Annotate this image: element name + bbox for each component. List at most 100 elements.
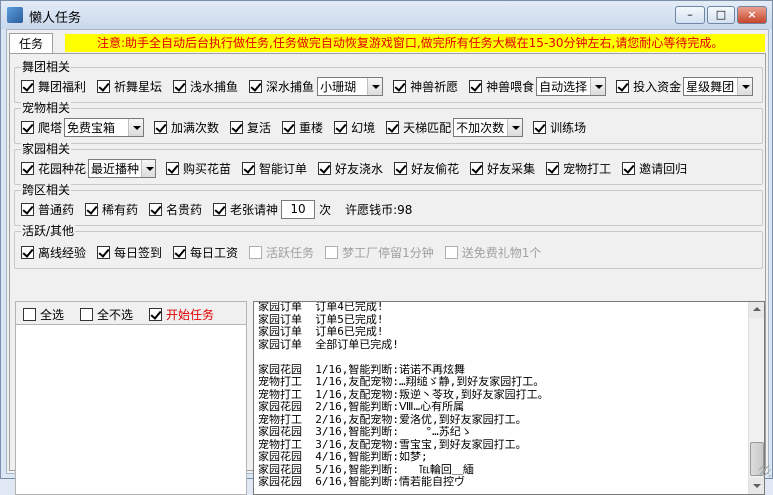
checkbox[interactable]	[249, 79, 263, 93]
check-rare-medicine[interactable]: 稀有药	[85, 201, 138, 218]
check-beast-wish[interactable]: 神兽祈愿	[393, 78, 458, 95]
check-start-task[interactable]: 开始任务	[149, 306, 214, 323]
tab-tasks[interactable]: 任务	[9, 33, 53, 53]
check-select-none[interactable]: 全不选	[80, 306, 133, 323]
checkbox[interactable]	[213, 202, 227, 216]
checkbox[interactable]	[230, 120, 244, 134]
checkbox[interactable]	[616, 79, 630, 93]
chevron-down-icon[interactable]	[737, 77, 753, 95]
checkbox[interactable]	[394, 161, 408, 175]
label: 梦工厂停留1分钟	[342, 245, 434, 260]
checkbox[interactable]	[21, 120, 34, 134]
check-pet-work[interactable]: 宠物打工	[546, 160, 611, 177]
checkbox[interactable]	[334, 120, 348, 134]
checkbox[interactable]	[386, 120, 400, 134]
check-friend-steal[interactable]: 好友偷花	[394, 160, 459, 177]
check-fill-times[interactable]: 加满次数	[154, 119, 219, 136]
check-illusion[interactable]: 幻境	[334, 119, 375, 136]
check-deep-fishing[interactable]: 深水捕鱼	[249, 78, 314, 95]
beast-feed-select[interactable]: 自动选择	[536, 76, 607, 96]
check-zhang-summon[interactable]: 老张请神	[213, 201, 278, 218]
checkbox[interactable]	[318, 161, 332, 175]
check-revive[interactable]: 复活	[230, 119, 271, 136]
minimize-button[interactable]: –	[675, 6, 705, 24]
check-daily-signin[interactable]: 每日签到	[97, 244, 162, 261]
log-textarea[interactable]: 家园订单 订单4已完成! 家园订单 订单5已完成! 家园订单 订单6已完成! 家园订单…	[253, 301, 765, 495]
check-tower[interactable]: 爬塔	[21, 119, 62, 136]
invest-select[interactable]: 星级舞团	[683, 76, 754, 96]
checkbox[interactable]	[469, 79, 483, 93]
chevron-down-icon[interactable]	[367, 77, 383, 95]
checkbox[interactable]	[533, 120, 547, 134]
group-cross-title: 跨区相关	[21, 183, 72, 197]
check-buy-seedlings[interactable]: 购买花苗	[166, 160, 231, 177]
check-training[interactable]: 训练场	[533, 119, 586, 136]
checkbox[interactable]	[622, 161, 636, 175]
checkbox[interactable]	[166, 161, 180, 175]
checkbox[interactable]	[21, 245, 34, 259]
check-invest[interactable]: 投入资金	[616, 78, 681, 95]
select-value: 不加次数	[456, 120, 505, 135]
check-dance-welfare[interactable]: 舞团福利	[21, 78, 86, 95]
deep-fishing-select[interactable]: 小珊瑚	[317, 76, 384, 96]
check-dance-altar[interactable]: 祈舞星坛	[97, 78, 162, 95]
checkbox	[444, 245, 458, 259]
scroll-up-icon[interactable]	[749, 302, 764, 318]
check-smart-order[interactable]: 智能订单	[242, 160, 307, 177]
check-invite-return[interactable]: 邀请回归	[622, 160, 687, 177]
label: 神兽喂食	[486, 79, 535, 94]
chevron-down-icon[interactable]	[141, 159, 156, 177]
scroll-down-icon[interactable]	[749, 478, 764, 494]
check-ladder[interactable]: 天梯匹配	[386, 119, 451, 136]
log-line: 家园花园 6/16,智能判断:情若能自控ヴ	[258, 476, 465, 488]
check-offline-exp[interactable]: 离线经验	[21, 244, 86, 261]
checkbox[interactable]	[470, 161, 484, 175]
garden-select[interactable]: 最近播种	[88, 158, 157, 178]
close-button[interactable]: ×	[737, 6, 767, 24]
checkbox[interactable]	[21, 161, 34, 175]
checkbox[interactable]	[23, 308, 36, 321]
resize-grip-icon[interactable]	[759, 465, 771, 477]
checkbox[interactable]	[80, 308, 94, 321]
ladder-select[interactable]: 不加次数	[453, 117, 524, 137]
chevron-down-icon[interactable]	[590, 77, 606, 95]
check-precious-medicine[interactable]: 名贵药	[149, 201, 202, 218]
log-lines: 家园订单 订单4已完成! 家园订单 订单5已完成! 家园订单 订单6已完成! 家园订单…	[258, 302, 748, 489]
checkbox[interactable]	[21, 79, 34, 93]
label: 复活	[247, 120, 272, 135]
maximize-button[interactable]: □	[707, 6, 735, 24]
checkbox[interactable]	[97, 245, 111, 259]
log-line: 宠物打工 3/16,友配宠物:雪宝宝,到好友家园打工。	[258, 438, 527, 451]
summon-times-input[interactable]: 10	[281, 199, 316, 219]
check-friend-collect[interactable]: 好友采集	[470, 160, 535, 177]
check-common-medicine[interactable]: 普通药	[21, 201, 74, 218]
checkbox[interactable]	[173, 79, 187, 93]
check-shallow-fishing[interactable]: 浅水捕鱼	[173, 78, 238, 95]
checkbox[interactable]	[97, 79, 111, 93]
tower-select[interactable]: 免费宝箱	[64, 117, 145, 137]
label: 投入资金	[633, 79, 682, 94]
check-friend-water[interactable]: 好友浇水	[318, 160, 383, 177]
check-beast-feed[interactable]: 神兽喂食	[469, 78, 534, 95]
check-select-all[interactable]: 全选	[23, 306, 64, 323]
checkbox[interactable]	[85, 202, 99, 216]
checkbox[interactable]	[546, 161, 560, 175]
checkbox[interactable]	[282, 120, 296, 134]
checkbox[interactable]	[21, 202, 34, 216]
check-daily-salary[interactable]: 每日工资	[173, 244, 238, 261]
checkbox[interactable]	[154, 120, 168, 134]
checkbox[interactable]	[393, 79, 407, 93]
check-free-gift: 送免费礼物1个	[444, 244, 541, 261]
chevron-down-icon[interactable]	[128, 118, 144, 136]
chevron-down-icon[interactable]	[507, 118, 523, 136]
checkbox[interactable]	[149, 202, 163, 216]
title-bar[interactable]: 懒人任务 – □ ×	[1, 1, 772, 29]
label: 每日工资	[190, 245, 239, 260]
checkbox[interactable]	[242, 161, 256, 175]
checkbox[interactable]	[173, 245, 187, 259]
check-garden-plant[interactable]: 花园种花	[21, 160, 86, 177]
check-active-task: 活跃任务	[249, 244, 314, 261]
checkbox[interactable]	[149, 308, 163, 321]
check-chonglou[interactable]: 重楼	[282, 119, 323, 136]
